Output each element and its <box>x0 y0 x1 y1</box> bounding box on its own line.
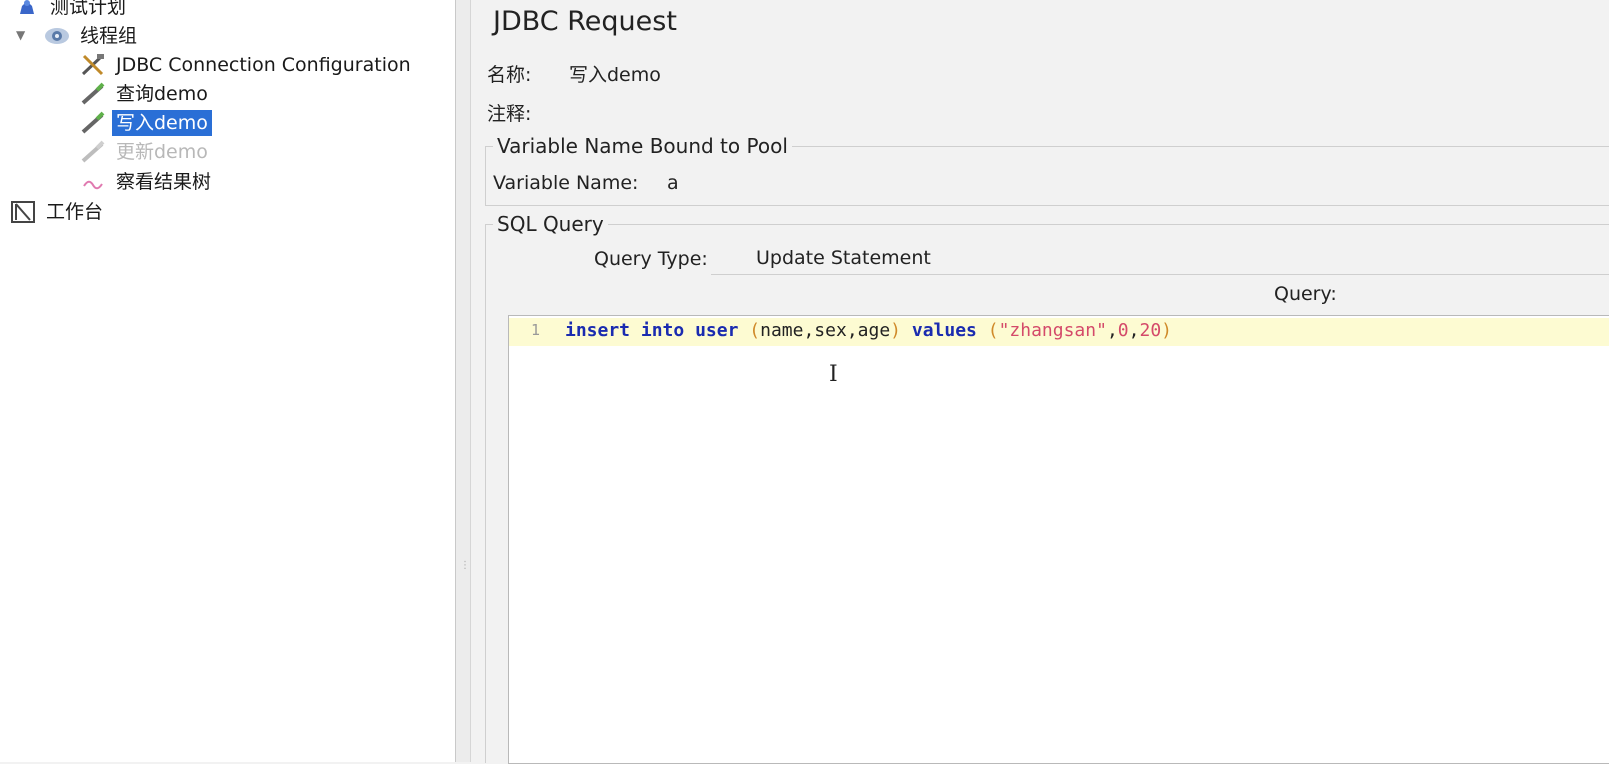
comment-label: 注释: <box>487 103 532 125</box>
code-token-number: 0 <box>1117 320 1129 341</box>
query-type-underline <box>711 274 1609 275</box>
tree-item-update-demo[interactable]: 更新demo <box>78 138 212 166</box>
tree-item-label: JDBC Connection Configuration <box>116 54 411 76</box>
code-token-keyword: insert <box>565 320 631 341</box>
code-token-keyword: into <box>640 320 685 341</box>
sampler-pen-icon <box>78 110 108 136</box>
sampler-pen-icon <box>78 139 108 165</box>
collapse-arrow-icon[interactable]: ▼ <box>16 28 25 42</box>
code-token-keyword: user <box>695 320 739 341</box>
query-type-select[interactable]: Update Statement <box>756 247 931 269</box>
splitter-grip-icon[interactable]: ⋮ <box>460 560 470 571</box>
tree-item-view-results-tree[interactable]: 察看结果树 <box>78 168 215 196</box>
tree-item-label: 测试计划 <box>50 0 127 18</box>
listener-wave-icon <box>78 169 108 195</box>
tree-item-workbench[interactable]: 工作台 <box>8 198 107 226</box>
tree-item-label: 察看结果树 <box>116 171 212 193</box>
code-token-paren: ) <box>1161 320 1173 341</box>
code-token-identifier: name,sex,age <box>760 320 891 341</box>
name-label: 名称: <box>487 64 532 86</box>
tree-item-label: 更新demo <box>116 141 208 163</box>
query-type-label: Query Type: <box>594 248 708 270</box>
pool-group-title: Variable Name Bound to Pool <box>493 134 792 158</box>
workbench-icon <box>8 199 38 225</box>
tree-item-jdbc-connection-configuration[interactable]: JDBC Connection Configuration <box>78 51 415 79</box>
code-token-comma: , <box>1128 320 1140 341</box>
config-tools-icon <box>78 52 108 78</box>
variable-name-field[interactable]: a <box>667 172 679 194</box>
code-token-comma: , <box>1106 320 1118 341</box>
query-label: Query: <box>1274 283 1337 305</box>
jdbc-request-panel: JDBC Request 名称: 写入demo 注释: Variable Nam… <box>471 0 1609 764</box>
tree-item-write-demo[interactable]: 写入demo <box>78 109 212 137</box>
test-plan-tree[interactable]: 测试计划 ▼ 线程组 JDBC Connection Configuration… <box>0 0 456 762</box>
tree-item-label: 查询demo <box>116 83 208 105</box>
line-number-gutter <box>509 316 553 763</box>
sampler-pen-icon <box>78 81 108 107</box>
code-token-paren: ( <box>987 320 999 341</box>
tree-item-label: 工作台 <box>46 201 104 223</box>
tree-item-test-plan[interactable]: 测试计划 <box>12 0 130 21</box>
test-plan-icon <box>12 0 42 20</box>
text-cursor-icon: I <box>829 362 838 387</box>
page-title: JDBC Request <box>493 6 677 37</box>
code-token-number: 20 <box>1139 320 1162 341</box>
code-token-string: "zhangsan" <box>998 320 1107 341</box>
variable-name-label: Variable Name: <box>493 172 639 194</box>
tree-item-thread-group[interactable]: 线程组 <box>42 22 141 50</box>
line-number: 1 <box>531 321 541 339</box>
sql-query-editor[interactable]: 1 insert into user (name,sex,age) values… <box>508 315 1609 764</box>
code-token-keyword: values <box>911 320 977 341</box>
sql-code-line[interactable]: insert into user (name,sex,age) values (… <box>565 320 1172 341</box>
thread-group-icon <box>42 23 72 49</box>
pane-splitter[interactable]: ⋮ <box>456 0 471 762</box>
name-field[interactable]: 写入demo <box>569 60 661 87</box>
sql-query-group-title: SQL Query <box>493 212 608 236</box>
code-token-paren: ) <box>890 320 902 341</box>
tree-item-label: 线程组 <box>80 25 138 47</box>
tree-item-label: 写入demo <box>112 110 212 136</box>
tree-item-query-demo[interactable]: 查询demo <box>78 80 212 108</box>
code-token-paren: ( <box>749 320 761 341</box>
